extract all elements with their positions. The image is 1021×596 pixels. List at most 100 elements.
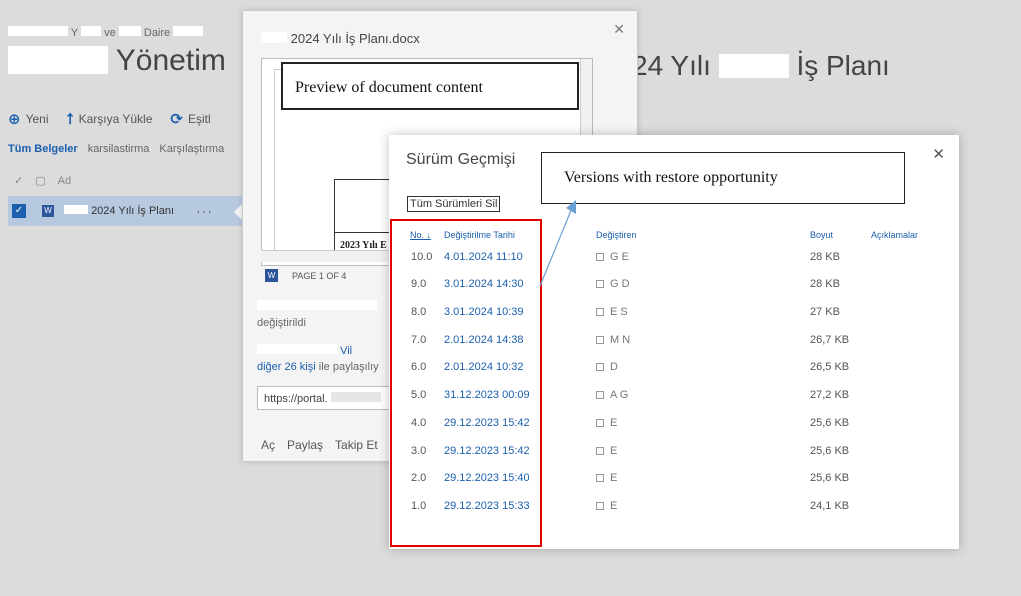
modified-by[interactable]: A G: [596, 389, 628, 401]
breadcrumb[interactable]: Y ve Daire: [8, 26, 204, 39]
modified-by-text: D: [610, 361, 618, 373]
share-url-text: https://portal.: [264, 393, 328, 405]
callout-title: 2024 Yılı İş Planı.docx: [261, 31, 420, 46]
sync-button[interactable]: ⟳ Eşitl: [170, 110, 210, 128]
modified-by[interactable]: M N: [596, 334, 630, 346]
column-modified-by-header[interactable]: Değiştiren: [596, 230, 637, 240]
dialog-title: Sürüm Geçmişi: [406, 151, 516, 168]
close-icon[interactable]: ✕: [613, 21, 625, 38]
share-url-field[interactable]: https://portal.: [257, 386, 407, 410]
version-date-link[interactable]: 2.01.2024 14:38: [444, 334, 524, 346]
restore-annotation-label: Versions with restore opportunity: [541, 152, 905, 204]
version-size: 25,6 KB: [810, 445, 850, 457]
version-date-link[interactable]: 2.01.2024 10:32: [444, 361, 524, 373]
presence-icon: [596, 253, 604, 261]
version-history-dialog: Sürüm Geçmişi ✕ Tüm Sürümleri Sil Versio…: [389, 135, 959, 549]
breadcrumb-part[interactable]: ve: [104, 27, 116, 39]
modified-by[interactable]: D: [596, 361, 618, 373]
redacted-block: [118, 26, 141, 36]
version-row: 4.0 29.12.2023 15:42 E 25,6 KB: [389, 417, 949, 441]
modified-by[interactable]: G D: [596, 278, 630, 290]
delete-all-versions-link[interactable]: Tüm Sürümleri Sil: [407, 196, 501, 212]
row-check-icon[interactable]: ✓: [12, 204, 26, 218]
modified-by[interactable]: G E: [596, 251, 629, 263]
presence-icon: [596, 308, 604, 316]
version-size: 25,6 KB: [810, 472, 850, 484]
version-date-link[interactable]: 4.01.2024 11:10: [444, 251, 523, 263]
changed-info: değiştirildi: [257, 299, 397, 331]
view-karsilastirma-2[interactable]: Karşılaştırma: [159, 143, 224, 155]
presence-icon: [596, 419, 604, 427]
follow-button[interactable]: Takip Et: [335, 438, 378, 452]
plus-circle-icon: ⊕: [8, 111, 21, 128]
version-number: 9.0: [411, 278, 427, 290]
file-row[interactable]: ✓ W 2024 Yılı İş Planı ···: [8, 196, 242, 226]
page-indicator: W PAGE 1 OF 4: [265, 269, 346, 282]
view-karsilastirma[interactable]: karsilastirma: [88, 143, 150, 155]
version-number: 8.0: [411, 306, 427, 318]
version-number: 5.0: [411, 389, 427, 401]
redacted-block: [257, 300, 377, 310]
breadcrumb-part[interactable]: Y: [71, 27, 78, 39]
modified-by[interactable]: E: [596, 472, 617, 484]
presence-icon: [596, 336, 604, 344]
version-date-link[interactable]: 29.12.2023 15:40: [444, 472, 530, 484]
page-indicator-text: PAGE 1 OF 4: [292, 270, 347, 281]
version-date-link[interactable]: 29.12.2023 15:42: [444, 445, 530, 457]
redacted-block: [257, 344, 337, 354]
version-row: 5.0 31.12.2023 00:09 A G 27,2 KB: [389, 389, 949, 413]
sort-down-arrow-icon: ↓: [426, 230, 432, 240]
version-size: 24,1 KB: [810, 500, 850, 512]
new-button[interactable]: ⊕ Yeni: [8, 110, 49, 128]
more-options-icon[interactable]: ···: [196, 203, 213, 219]
modified-by-text: G E: [610, 251, 629, 263]
word-doc-icon: W: [42, 205, 54, 217]
breadcrumb-part[interactable]: Daire: [144, 27, 170, 39]
column-no-header[interactable]: No. ↓: [410, 230, 431, 240]
column-name-header[interactable]: Ad: [58, 175, 71, 187]
close-icon[interactable]: ✕: [932, 145, 945, 163]
column-comments-header[interactable]: Açıklamalar: [871, 230, 918, 240]
sync-label: Eşitl: [187, 112, 211, 126]
version-size: 28 KB: [810, 251, 840, 263]
version-date-link[interactable]: 3.01.2024 10:39: [444, 306, 524, 318]
column-size-header[interactable]: Boyut: [810, 230, 833, 240]
shared-info-text: ile paylaşılıy: [318, 361, 379, 373]
preview-annotation-label: Preview of document content: [281, 62, 579, 110]
version-date-link[interactable]: 3.01.2024 14:30: [444, 278, 524, 290]
new-label: Yeni: [25, 112, 49, 126]
version-size: 26,7 KB: [810, 334, 850, 346]
modified-by[interactable]: E S: [596, 306, 628, 318]
version-date-link[interactable]: 29.12.2023 15:42: [444, 417, 530, 429]
select-all-check-icon[interactable]: ✓: [14, 174, 23, 187]
page-title-part: 24 Yılı: [632, 50, 711, 81]
column-date-header[interactable]: Değiştirilme Tarihi: [444, 230, 515, 240]
page-title-continued: 24 Yılı İş Planı: [632, 50, 890, 82]
page-title-text: Yönetim: [115, 44, 226, 77]
redacted-block: [8, 26, 68, 36]
modified-by[interactable]: E: [596, 417, 617, 429]
arrow-line: [539, 207, 573, 287]
open-button[interactable]: Aç: [261, 438, 275, 452]
presence-icon: [596, 502, 604, 510]
modified-by[interactable]: E: [596, 500, 617, 512]
version-size: 27 KB: [810, 306, 840, 318]
version-number: 7.0: [411, 334, 427, 346]
sync-icon: ⟳: [170, 111, 183, 128]
shared-others-link[interactable]: diğer 26 kişi: [257, 361, 316, 373]
version-date-link[interactable]: 29.12.2023 15:33: [444, 500, 530, 512]
annotation-arrow: [539, 200, 576, 287]
upload-button[interactable]: ⭡ Karşıya Yükle: [67, 111, 153, 128]
file-name[interactable]: 2024 Yılı İş Planı: [64, 205, 174, 217]
shared-person-link[interactable]: Vil: [340, 345, 352, 357]
page-title-part: İş Planı: [796, 50, 890, 81]
view-all-documents[interactable]: Tüm Belgeler: [8, 143, 78, 155]
modified-by-text: E: [610, 445, 618, 457]
share-button[interactable]: Paylaş: [287, 438, 323, 452]
redacted-block: [718, 54, 789, 78]
modified-by[interactable]: E: [596, 445, 617, 457]
version-date-link[interactable]: 31.12.2023 00:09: [444, 389, 530, 401]
command-bar: ⊕ Yeni ⭡ Karşıya Yükle ⟳ Eşitl: [8, 110, 211, 129]
version-size: 25,6 KB: [810, 417, 850, 429]
file-name-text: 2024 Yılı İş Planı: [91, 205, 175, 217]
